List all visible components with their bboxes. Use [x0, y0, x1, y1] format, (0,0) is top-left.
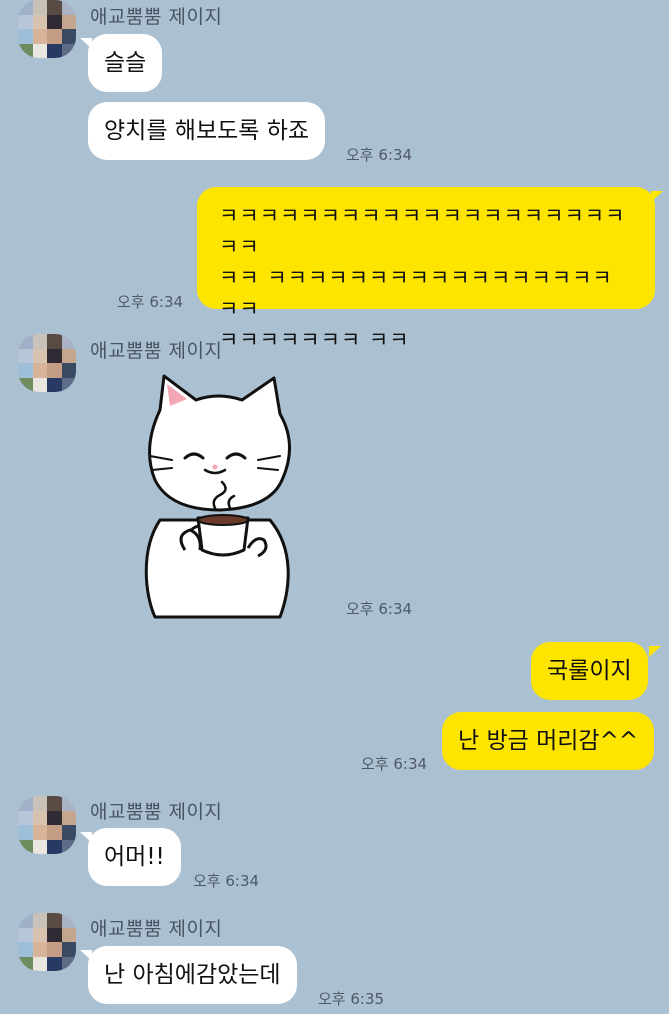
avatar[interactable]: [18, 913, 76, 971]
message-time: 오후 6:34: [117, 293, 184, 311]
outgoing-message[interactable]: 국룰이지: [531, 642, 648, 700]
message-time: 오후 6:34: [361, 755, 428, 773]
sender-name: 애교뿜뿜 제이지: [90, 340, 223, 362]
message-line: ㅋㅋㅋㅋㅋㅋㅋㅋㅋㅋㅋㅋㅋㅋㅋㅋㅋㅋㅋㅋㅋㅋ: [219, 204, 626, 259]
incoming-message[interactable]: 슬슬: [88, 34, 163, 92]
bubble-tail: [651, 191, 663, 202]
incoming-message[interactable]: 양치를 해보도록 하죠: [88, 102, 326, 160]
sender-name: 애교뿜뿜 제이지: [90, 6, 223, 28]
message-time: 오후 6:34: [346, 146, 413, 164]
message-line: ㅋㅋ ㅋㅋㅋㅋㅋㅋㅋㅋㅋㅋㅋㅋㅋㅋㅋㅋㅋㅋㅋ: [219, 266, 613, 321]
avatar[interactable]: [18, 334, 76, 392]
cat-coffee-sticker-icon[interactable]: [130, 370, 300, 620]
incoming-message[interactable]: 어머!!: [88, 828, 181, 886]
avatar[interactable]: [18, 0, 76, 58]
outgoing-message[interactable]: ㅋㅋㅋㅋㅋㅋㅋㅋㅋㅋㅋㅋㅋㅋㅋㅋㅋㅋㅋㅋㅋㅋ ㅋㅋ ㅋㅋㅋㅋㅋㅋㅋㅋㅋㅋㅋㅋㅋㅋ…: [197, 187, 655, 352]
incoming-message[interactable]: 난 아침에감았는데: [88, 946, 297, 1004]
sender-name: 애교뿜뿜 제이지: [90, 918, 223, 940]
sender-name: 애교뿜뿜 제이지: [90, 801, 223, 823]
message-time: 오후 6:34: [346, 600, 413, 618]
bubble-tail: [649, 646, 661, 657]
outgoing-message[interactable]: 난 방금 머리감^^: [442, 712, 655, 770]
message-time: 오후 6:34: [193, 872, 260, 890]
message-time: 오후 6:35: [318, 990, 385, 1008]
message-line: ㅋㅋㅋㅋㅋㅋㅋ ㅋㅋ: [219, 328, 410, 352]
avatar[interactable]: [18, 796, 76, 854]
